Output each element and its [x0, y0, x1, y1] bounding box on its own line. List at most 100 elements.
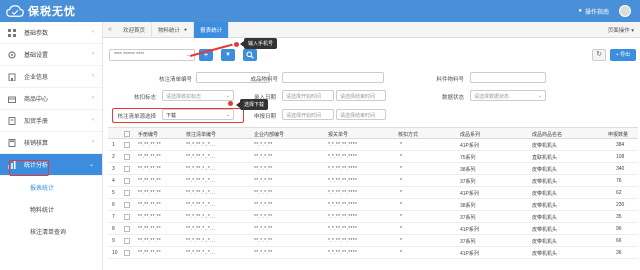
phone-select-value: **** ****** ****	[114, 52, 145, 58]
close-icon[interactable]: ●	[184, 27, 187, 33]
row-checkbox[interactable]	[124, 226, 130, 232]
cell-mode: *	[400, 226, 402, 232]
row-checkbox[interactable]	[124, 214, 130, 220]
cell-list: **.*.**.*..*...	[186, 178, 216, 184]
cell-name: 皮带机机头	[532, 191, 558, 197]
row-checkbox[interactable]	[124, 238, 130, 244]
cell-decl: *.*.**.**.****	[328, 214, 358, 220]
tab-label: 欢迎首页	[123, 27, 146, 34]
cell-name: 皮带机机头	[532, 239, 558, 245]
sidebar-item-label: 基础参数	[24, 31, 49, 37]
cell-series: 38系列	[460, 203, 476, 209]
declare-date-start[interactable]: 请选择开始时间	[282, 109, 334, 120]
cell-decl: *.*.**.**.****	[328, 226, 358, 232]
table-row[interactable]: 1 **.**.**.** **.*.**.*..*... **.*.*.** *.*.…	[108, 139, 638, 151]
sidebar-item-processing-manual[interactable]: 加贸手册 ‹	[0, 110, 102, 132]
row-checkbox[interactable]	[124, 202, 130, 208]
search-button[interactable]	[243, 49, 257, 61]
sidebar-subitem-list-query[interactable]: 核注清单查询	[0, 220, 102, 242]
data-status-select[interactable]: 请选择数据状态 ⌄	[470, 90, 546, 101]
filter-button[interactable]: ▼	[221, 49, 235, 61]
table-row[interactable]: 5 **.**.**.** **.*.**.*..*... **.*.*.** *.*.…	[108, 187, 638, 199]
cell-decl: *.*.**.**.****	[328, 202, 358, 208]
row-checkbox[interactable]	[124, 178, 130, 184]
cell-list: **.*.**.*..*...	[186, 226, 216, 232]
table-row[interactable]: 10 **.**.**.** **.*.**.*..*... **.*.*.** *.*…	[108, 247, 638, 259]
table-row[interactable]: 6 **.**.**.** **.*.**.*..*... **.*.*.** *.*.…	[108, 199, 638, 211]
label-list-number: 核注清单编号	[158, 77, 192, 83]
annotation-dot	[228, 101, 233, 106]
row-checkbox[interactable]	[124, 154, 130, 160]
cell-book: **.**.**.**	[138, 238, 162, 244]
cell-book: **.**.**.**	[138, 166, 162, 172]
entry-date-start[interactable]: 请选择开始时间	[282, 90, 334, 101]
app-logo[interactable]: 保税无忧	[6, 3, 76, 19]
row-checkbox[interactable]	[124, 166, 130, 172]
cell-mode: *	[400, 250, 402, 256]
cell-name: 皮带机机头	[532, 215, 558, 221]
cell-decl: *.*.**.**.****	[328, 154, 358, 160]
row-checkbox[interactable]	[124, 250, 130, 256]
cell-num: 4	[112, 178, 115, 184]
sidebar-item-verification[interactable]: 核销核算 ‹	[0, 132, 102, 154]
cell-list: **.*.**.*..*...	[186, 142, 216, 148]
table-row[interactable]: 4 **.**.**.** **.*.**.*..*... **.*.*.** *.*.…	[108, 175, 638, 187]
sidebar-item-label: 加贸手册	[24, 119, 49, 125]
entry-date-end[interactable]: 请选择结束时间	[336, 90, 386, 101]
sidebar-subitem-material-stats[interactable]: 物料统计	[0, 198, 102, 220]
cell-num: 9	[112, 238, 115, 244]
cell-name: 皮带机机头	[532, 251, 558, 257]
row-checkbox[interactable]	[124, 190, 130, 196]
col-mode: 核扣方式	[398, 132, 419, 138]
cell-name: 皮带机机头	[532, 179, 558, 185]
sidebar-item-basic-params[interactable]: 基础参数 ‹	[0, 22, 102, 44]
tab-label: 报表统计	[200, 27, 223, 34]
cell-inner: **.*.*.**	[254, 202, 273, 208]
cell-name: 皮带机机头	[532, 143, 558, 149]
export-button[interactable]: + 导出	[610, 49, 636, 61]
label-deduct-flag: 核扣标志	[133, 95, 156, 101]
cell-name: 皮带机机头	[532, 167, 558, 173]
cell-mode: *	[400, 142, 402, 148]
sidebar-item-company-info[interactable]: 企业信息 ‹	[0, 66, 102, 88]
cell-list: **.*.**.*..*...	[186, 190, 216, 196]
tab-welcome[interactable]: 欢迎首页	[117, 21, 153, 38]
chevron-down-icon: ⌄	[537, 93, 542, 99]
chevron-down-icon: ⌄	[88, 162, 94, 168]
table-row[interactable]: 9 **.**.**.** **.*.**.*..*... **.*.*.** *.*.…	[108, 235, 638, 247]
grid-icon	[8, 28, 16, 37]
part-material-input[interactable]	[470, 72, 546, 83]
cell-name: 皮带机机头	[532, 227, 558, 233]
table-row[interactable]: 8 **.**.**.** **.*.**.*..*... **.*.*.** *.*.…	[108, 223, 638, 235]
guide-button[interactable]: ● 操作指南	[578, 7, 609, 16]
avatar	[619, 5, 631, 17]
chevron-left-icon: ‹	[92, 51, 94, 57]
refresh-button[interactable]: ↻	[592, 49, 606, 61]
product-material-input[interactable]	[282, 72, 384, 83]
cell-book: **.**.**.**	[138, 250, 162, 256]
sidebar-item-basic-settings[interactable]: 基础设置 ‹	[0, 44, 102, 66]
row-checkbox[interactable]	[124, 142, 130, 148]
tab-report-stats[interactable]: 报表统计	[194, 21, 230, 38]
cell-num: 8	[112, 226, 115, 232]
user-menu[interactable]	[619, 5, 634, 17]
declare-date-end[interactable]: 请选择结束时间	[336, 109, 386, 120]
chevron-left-icon: ‹	[92, 95, 94, 101]
cell-list: **.*.**.*..*...	[186, 238, 216, 244]
sidebar-subitem-report-stats[interactable]: 报表统计	[0, 176, 102, 198]
sidebar-subitem-label: 报表统计	[30, 185, 55, 192]
table-row[interactable]: 7 **.**.**.** **.*.**.*..*... **.*.*.** *.*.…	[108, 211, 638, 223]
data-status-placeholder: 请选择数据状态	[474, 94, 510, 100]
cell-inner: **.*.*.**	[254, 154, 273, 160]
table-row[interactable]: 2 **.**.**.** **.*.**.*..*... **.*.*.** *.*.…	[108, 151, 638, 163]
table-row[interactable]: 3 **.**.**.** **.*.**.*..*... **.*.*.** *.*.…	[108, 163, 638, 175]
tooltip-phone: 输入手机号	[239, 38, 278, 49]
cell-inner: **.*.*.**	[254, 166, 273, 172]
select-all-checkbox[interactable]	[124, 131, 130, 137]
page-ops-menu[interactable]: 页面操作 ▾	[608, 26, 634, 34]
tab-material-stats[interactable]: 物料统计 ●	[152, 21, 195, 38]
sidebar-item-product-center[interactable]: 商品中心 ‹	[0, 88, 102, 110]
phone-select[interactable]: **** ****** **** ⌄	[109, 49, 195, 61]
cell-inner: **.*.*.**	[254, 190, 273, 196]
collapse-tabs-button[interactable]: «	[103, 26, 117, 33]
